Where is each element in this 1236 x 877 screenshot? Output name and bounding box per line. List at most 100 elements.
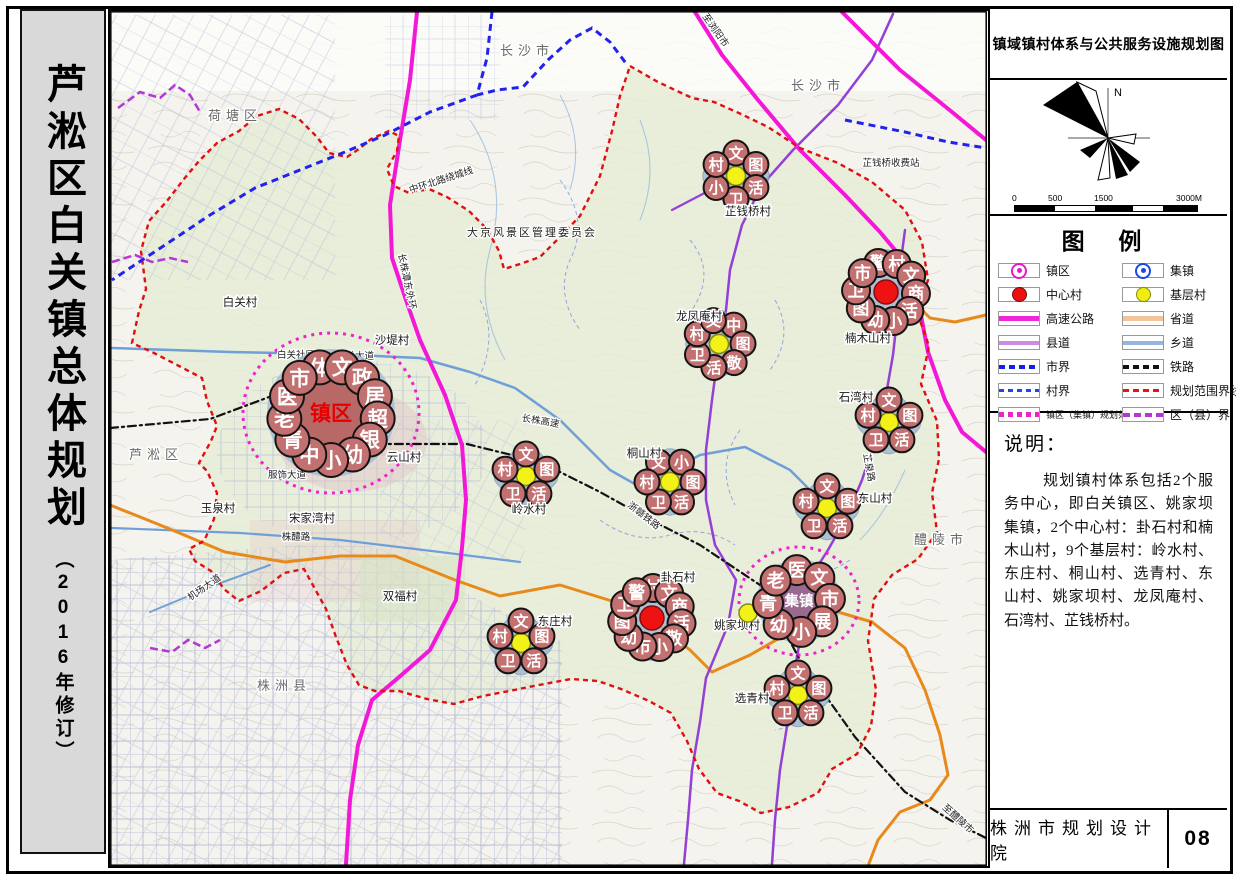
facility-label: 图 [534, 629, 549, 646]
facility-label: 小 [709, 180, 724, 197]
notes-section: 说明： 规划镇村体系包括2个服务中心，即白关镇区、姚家坝集镇，2个中心村：卦石村… [990, 413, 1227, 808]
sheet-title: 芦淞区白关镇总体规划 [43, 63, 83, 533]
region-label: 长沙市 [500, 43, 554, 58]
region-label: 长沙市 [791, 78, 845, 93]
village-label: 桐山村 [627, 446, 662, 460]
facility-label: 活 [748, 179, 763, 197]
street-grid-hetang [110, 15, 335, 280]
facility-label: 文 [881, 391, 897, 409]
facility-label: 小 [792, 622, 810, 642]
village-label: 楠木山村 [845, 331, 891, 345]
legend-swatch-planning-boundary [1122, 383, 1164, 398]
facility-label: 老 [767, 570, 785, 591]
road-label: 服饰大道 [268, 469, 307, 481]
legend-label: 镇区 [1046, 262, 1118, 279]
facility-label: 图 [539, 462, 554, 479]
compass-rose: N [990, 80, 1229, 190]
cluster-market-town: 集镇 医文市展小幼青老 [753, 555, 845, 647]
facility-label: 村 [498, 461, 513, 479]
facility-label: 卫 [651, 494, 666, 511]
notes-heading: 说明： [1004, 429, 1213, 456]
region-label: 芦淞区 [129, 447, 183, 462]
village-label: 选青村 [735, 691, 770, 705]
panel-title: 镇域镇村体系与公共服务设施规划图 [990, 9, 1227, 80]
legend-label: 乡道 [1170, 334, 1236, 351]
facility-label: 青 [759, 594, 777, 614]
facility-label: 活 [674, 493, 689, 511]
legend-swatch-expressway [998, 311, 1040, 326]
village-label: 石湾村 [839, 390, 874, 404]
sheet-title-suffix: （2016年修订） [50, 549, 77, 764]
scale-bar [1014, 205, 1198, 212]
facility-label: 卫 [506, 486, 521, 503]
legend-swatch-central-village [998, 287, 1040, 302]
town-center-label: 镇区 [310, 403, 352, 426]
facility-label: 活 [531, 485, 546, 503]
village-label: 双福村 [383, 589, 418, 603]
facility-label: 村 [493, 628, 508, 646]
legend-swatch-county-road [998, 335, 1040, 350]
legend-swatch-city-boundary [998, 359, 1040, 374]
legend-label: 集镇 [1170, 262, 1236, 279]
facility-label: 村 [799, 493, 814, 511]
map-canvas: 荷塘区 长沙市 长沙市 大京风景区管理委员会 白关村 沙堤村 白关社区 白关大道… [110, 11, 987, 866]
village-label: 芷钱桥村 [725, 204, 771, 218]
facility-label: 小 [674, 454, 689, 471]
facility-label: 卫 [501, 653, 516, 670]
region-label: 荷塘区 [208, 108, 262, 123]
village-label: 东山村 [858, 491, 893, 505]
facility-label: 文 [790, 664, 806, 682]
plan-sheet: 芦淞区白关镇总体规划 （2016年修订） [0, 0, 1236, 877]
cluster-town-center: 镇区 体文政居超银幼小中青老医市 [267, 349, 395, 477]
toll-station-label: 芷钱桥收费站 [862, 157, 920, 169]
facility-label: 文 [819, 477, 835, 495]
legend-label: 县道 [1046, 334, 1118, 351]
facility-label: 村 [770, 680, 785, 698]
scenic-area-label: 大京风景区管理委员会 [467, 225, 597, 239]
facility-label: 卫 [778, 705, 793, 722]
facility-label: 图 [811, 681, 826, 698]
village-label: 卦石村 [661, 570, 696, 584]
title-block: 株洲市规划设计院 08 [990, 808, 1227, 868]
design-institute: 株洲市规划设计院 [990, 810, 1167, 868]
market-town-label: 集镇 [784, 592, 814, 610]
facility-label: 图 [685, 474, 700, 491]
facility-label: 图 [902, 408, 917, 425]
legend-label: 中心村 [1046, 286, 1118, 303]
facility-label: 文 [513, 612, 529, 630]
village-label: 沙堤村 [375, 333, 410, 347]
village-label: 玉泉村 [201, 501, 236, 515]
scale-tick: 1500 [1094, 193, 1113, 203]
region-label: 株洲县 [257, 678, 311, 693]
legend-swatch-village-boundary [998, 383, 1040, 398]
facility-label: 市 [290, 366, 310, 390]
legend-swatch-basic-village [1122, 287, 1164, 302]
region-label: 醴陵市 [914, 532, 968, 547]
legend-swatch-market-town [1122, 263, 1164, 278]
notes-body: 规划镇村体系包括2个服务中心，即白关镇区、姚家坝集镇，2个中心村：卦石村和楠木山… [1004, 470, 1213, 633]
facility-label: 文 [728, 144, 744, 162]
legend-swatch-railway [1122, 359, 1164, 374]
legend-swatch-town [998, 263, 1040, 278]
legend-label: 村界 [1046, 382, 1118, 399]
facility-label: 卫 [807, 518, 822, 535]
facility-label: 图 [840, 494, 855, 511]
facility-label: 卫 [869, 432, 884, 449]
scale-tick: 500 [1048, 193, 1062, 203]
legend-label: 市界 [1046, 358, 1118, 375]
facility-label: 卫 [690, 347, 705, 364]
legend-swatch-provincial-road [1122, 311, 1164, 326]
legend-label: 省道 [1170, 310, 1236, 327]
legend-label: 铁路 [1170, 358, 1236, 375]
scale-ticks: 0 500 1500 3000M [990, 193, 1227, 205]
sheet-title-bar: 芦淞区白关镇总体规划 （2016年修订） [20, 9, 106, 854]
facility-label: 敬 [726, 354, 743, 372]
legend-label: 基层村 [1170, 286, 1236, 303]
legend-title: 图 例 [998, 222, 1219, 256]
street-grid-north [385, 15, 500, 120]
village-label: 岭水村 [512, 502, 547, 516]
facility-label: 村 [861, 407, 876, 425]
scale-tick: 0 [1012, 193, 1017, 203]
facility-label: 活 [894, 431, 909, 449]
facility-label: 活 [526, 652, 541, 670]
